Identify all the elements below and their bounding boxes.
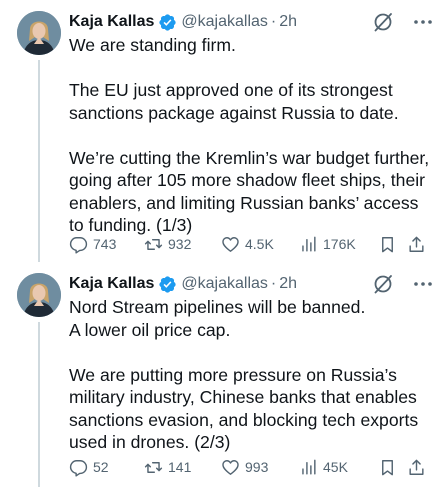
author-name[interactable]: Kaja Kallas: [69, 272, 154, 296]
timestamp[interactable]: 2h: [279, 10, 297, 34]
like-count: 993: [245, 459, 269, 475]
avatar[interactable]: [17, 273, 61, 317]
thread-line: [38, 322, 40, 487]
bookmark-button[interactable]: [378, 458, 397, 477]
thread-line: [38, 60, 40, 262]
tweet-paragraph: Nord Stream pipelines will be banned. A …: [69, 297, 366, 340]
reply-button[interactable]: 743: [69, 235, 116, 254]
repost-icon: [144, 461, 163, 473]
grok-icon[interactable]: [371, 272, 395, 296]
tweet[interactable]: Kaja Kallas @kajakallas · 2h Nord Stream…: [0, 262, 445, 487]
views-icon: [302, 459, 316, 475]
tweet[interactable]: Kaja Kallas @kajakallas · 2h We are stan…: [0, 0, 445, 262]
timestamp[interactable]: 2h: [279, 272, 297, 296]
author-name[interactable]: Kaja Kallas: [69, 10, 154, 34]
tweet-text: Nord Stream pipelines will be banned. A …: [69, 296, 433, 454]
reply-button[interactable]: 52: [69, 458, 109, 477]
repost-button[interactable]: 141: [144, 458, 191, 477]
action-bar: 52 141 993 45K: [69, 456, 435, 478]
tweet-text: We are standing firm. The EU just approv…: [69, 34, 433, 237]
tweet-paragraph: We are standing firm.: [69, 35, 236, 55]
reply-icon: [69, 236, 88, 254]
bookmark-icon: [382, 459, 393, 475]
action-bar: 743 932 4.5K 176K: [69, 233, 435, 255]
share-button[interactable]: [407, 458, 426, 477]
like-icon: [222, 459, 239, 475]
reply-count: 52: [93, 459, 109, 475]
author-handle[interactable]: @kajakallas: [181, 10, 268, 34]
verified-badge-icon: [158, 13, 177, 32]
more-icon[interactable]: [411, 272, 435, 296]
repost-count: 932: [168, 236, 192, 252]
share-icon: [409, 459, 424, 475]
view-count: 176K: [323, 236, 356, 252]
avatar[interactable]: [17, 11, 61, 55]
grok-icon[interactable]: [371, 10, 395, 34]
like-button[interactable]: 993: [221, 458, 268, 477]
views-icon: [302, 236, 316, 252]
tweet-paragraph: The EU just approved one of its stronges…: [69, 80, 399, 123]
view-count: 45K: [323, 459, 348, 475]
repost-count: 141: [168, 459, 192, 475]
share-icon: [409, 236, 424, 252]
separator-dot: ·: [270, 13, 277, 30]
repost-button[interactable]: 932: [144, 235, 191, 254]
verified-badge-icon: [158, 275, 177, 294]
like-count: 4.5K: [245, 236, 274, 252]
tweet-paragraph: We’re cutting the Kremlin’s war budget f…: [69, 147, 430, 236]
bookmark-button[interactable]: [378, 235, 397, 254]
share-button[interactable]: [407, 235, 426, 254]
more-icon[interactable]: [411, 10, 435, 34]
like-button[interactable]: 4.5K: [221, 235, 274, 254]
bookmark-icon: [382, 236, 393, 252]
repost-icon: [144, 238, 163, 250]
views-button[interactable]: 45K: [299, 458, 348, 477]
like-icon: [222, 236, 239, 252]
reply-count: 743: [93, 236, 117, 252]
author-handle[interactable]: @kajakallas: [181, 272, 268, 296]
separator-dot: ·: [270, 275, 277, 292]
tweet-paragraph: We are putting more pressure on Russia’s…: [69, 364, 419, 453]
reply-icon: [69, 459, 88, 477]
views-button[interactable]: 176K: [299, 235, 356, 254]
